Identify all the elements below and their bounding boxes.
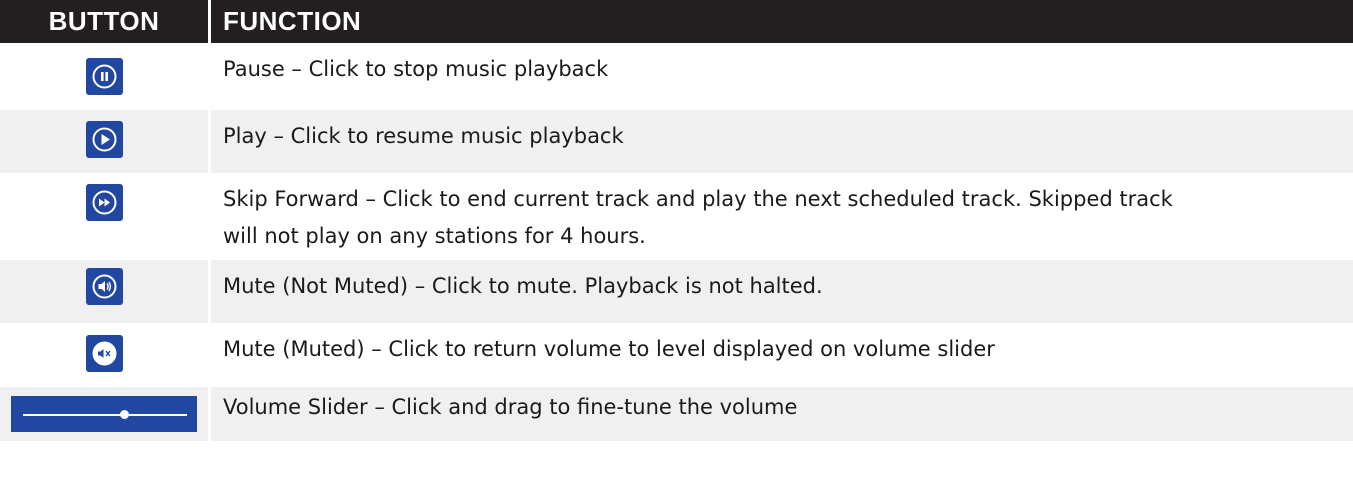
pause-icon <box>92 64 116 89</box>
volume-slider[interactable] <box>11 396 197 432</box>
play-icon <box>92 127 116 152</box>
header-function: FUNCTION <box>209 0 1353 43</box>
button-function-table: BUTTON FUNCTION Pause – Click to stop mu… <box>0 0 1353 441</box>
table-row: Mute (Muted) – Click to return volume to… <box>0 323 1353 387</box>
table-header-row: BUTTON FUNCTION <box>0 0 1353 43</box>
volume-slider-track <box>23 414 187 416</box>
play-description: Play – Click to resume music playback <box>209 110 1353 173</box>
volume-icon <box>92 274 116 299</box>
table-row: Skip Forward – Click to end current trac… <box>0 173 1353 260</box>
play-button[interactable] <box>85 121 123 158</box>
table-row: Play – Click to resume music playback <box>0 110 1353 173</box>
table-row: Pause – Click to stop music playback <box>0 43 1353 110</box>
table-row: Mute (Not Muted) – Click to mute. Playba… <box>0 260 1353 323</box>
volume-slider-knob[interactable] <box>120 410 130 419</box>
skip-forward-description-line2: will not play on any stations for 4 hour… <box>223 224 646 248</box>
skip-forward-icon <box>92 190 116 215</box>
unmute-button[interactable] <box>85 335 123 372</box>
skip-forward-description-line1: Skip Forward – Click to end current trac… <box>223 187 1173 211</box>
mute-button[interactable] <box>85 268 123 305</box>
table-row: Volume Slider – Click and drag to fine-t… <box>0 387 1353 441</box>
skip-forward-button[interactable] <box>85 184 123 221</box>
pause-button[interactable] <box>85 58 123 95</box>
mute-not-muted-description: Mute (Not Muted) – Click to mute. Playba… <box>209 260 1353 323</box>
muted-icon <box>92 341 116 366</box>
header-button: BUTTON <box>0 0 211 43</box>
pause-description: Pause – Click to stop music playback <box>209 43 1353 110</box>
volume-slider-description: Volume Slider – Click and drag to fine-t… <box>209 387 1353 441</box>
mute-muted-description: Mute (Muted) – Click to return volume to… <box>209 323 1353 387</box>
